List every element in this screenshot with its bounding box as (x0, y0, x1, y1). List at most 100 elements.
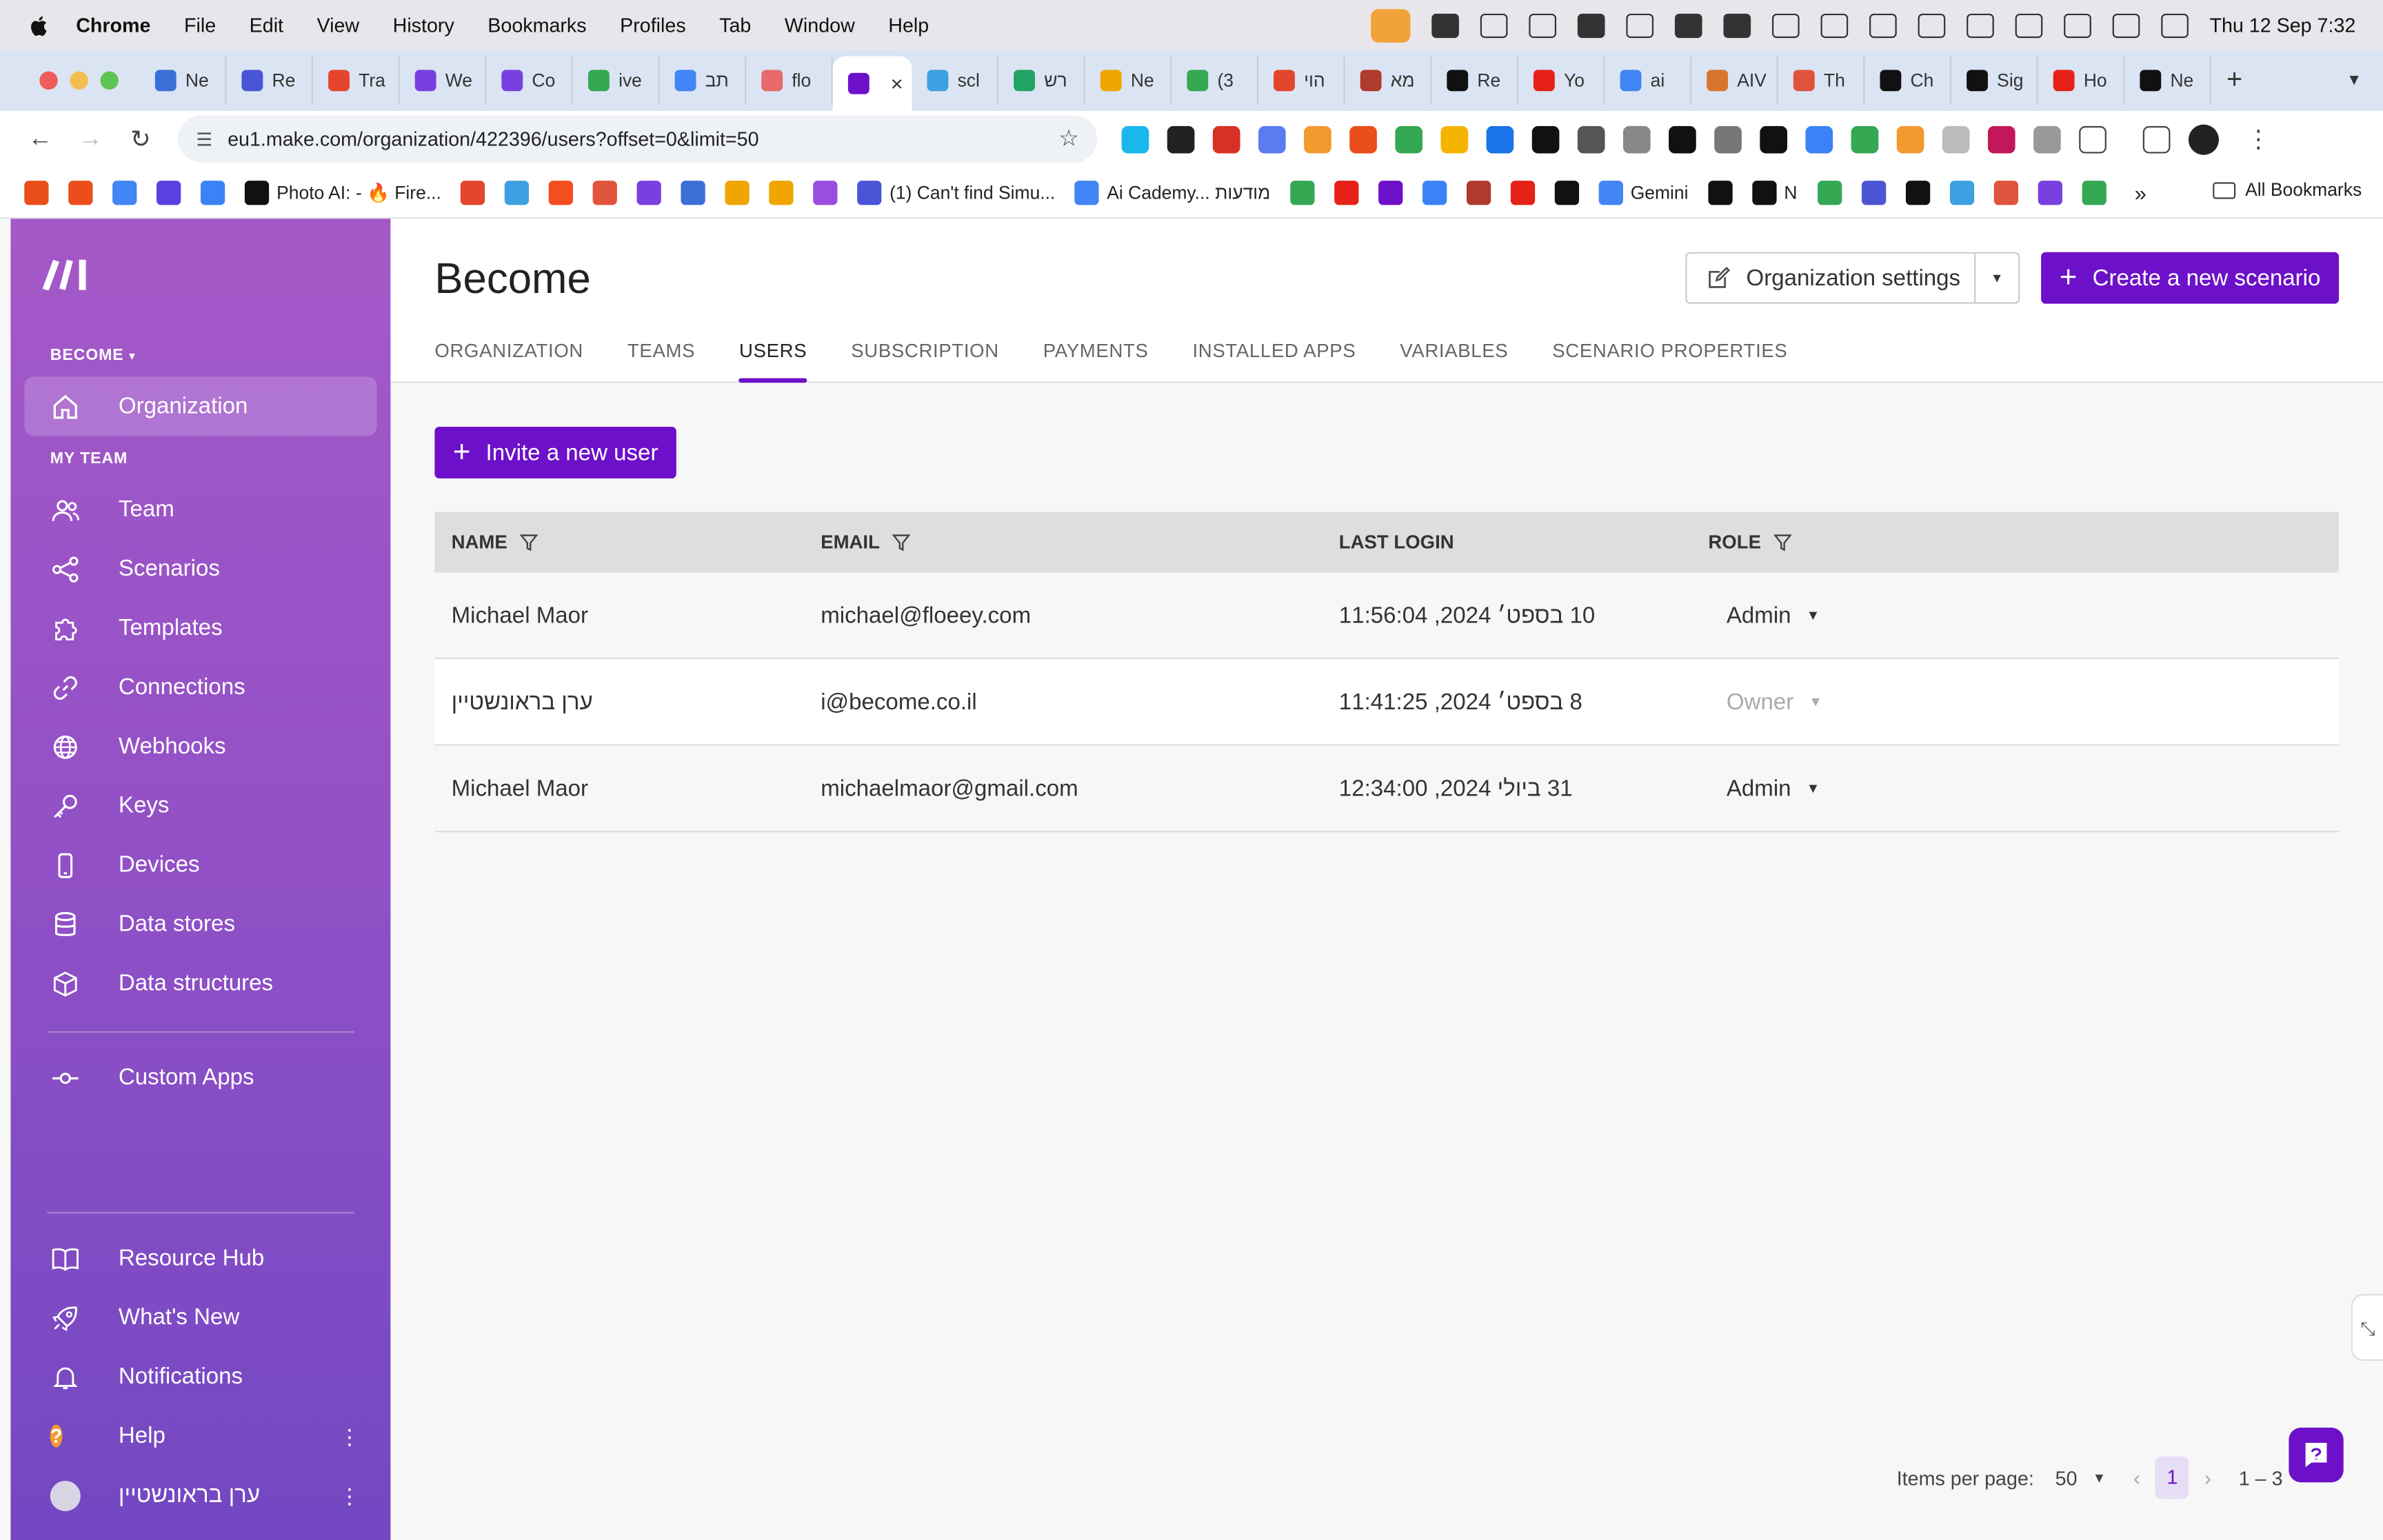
extension-icon[interactable] (1622, 125, 1651, 153)
menu-file[interactable]: File (184, 14, 216, 37)
browser-tab[interactable]: ive (573, 56, 660, 105)
make-logo-icon[interactable] (39, 256, 94, 290)
create-scenario-button[interactable]: + Create a new scenario (2041, 252, 2340, 304)
bookmark-item[interactable] (725, 180, 750, 205)
browser-tab[interactable]: We (400, 56, 487, 105)
sidebar-item-data-stores[interactable]: Data stores (24, 895, 376, 954)
side-panel-handle[interactable]: ⤡ (2351, 1294, 2383, 1361)
play-icon[interactable] (1869, 12, 1897, 37)
browser-tab[interactable]: Ne (140, 56, 227, 105)
bookmark-item[interactable] (68, 180, 93, 205)
tab-organization[interactable]: ORGANIZATION (434, 341, 583, 383)
menu-app-name[interactable]: Chrome (76, 14, 150, 37)
back-icon[interactable]: ← (15, 125, 66, 153)
forward-icon[interactable]: → (66, 125, 116, 153)
sidebar-item-scenarios[interactable]: Scenarios (24, 539, 376, 598)
bookmark-item[interactable]: Gemini (1598, 180, 1688, 205)
bookmark-item[interactable] (1466, 180, 1491, 205)
browser-tab[interactable]: תב (660, 56, 747, 105)
filter-icon[interactable] (1773, 533, 1792, 551)
status-app-icon[interactable] (1431, 12, 1459, 37)
sidebar-item-organization[interactable]: Organization (24, 376, 377, 436)
sidebar-item-keys[interactable]: Keys (24, 776, 376, 835)
browser-menu-icon[interactable]: ⋮ (2246, 124, 2271, 154)
bookmark-item[interactable] (593, 180, 618, 205)
extension-icon[interactable] (1486, 125, 1514, 153)
browser-tab[interactable]: Ne (1085, 56, 1172, 105)
bluetooth-icon[interactable] (1820, 12, 1848, 37)
status-app-icon[interactable] (1674, 12, 1702, 37)
browser-tab[interactable]: הוי (1258, 56, 1345, 105)
browser-tab[interactable]: רש (998, 56, 1085, 105)
site-info-icon[interactable]: ☰ (196, 128, 212, 150)
new-tab-button[interactable]: + (2226, 64, 2242, 96)
volume-icon[interactable] (1771, 12, 1800, 37)
extension-icon[interactable] (1258, 125, 1286, 153)
menu-history[interactable]: History (393, 14, 454, 37)
bookmark-item[interactable] (1422, 180, 1447, 205)
extension-icon[interactable] (1987, 125, 2015, 153)
keyboard-layout-icon[interactable] (1918, 12, 1945, 37)
spotlight-search-icon[interactable] (2063, 12, 2091, 37)
browser-tab[interactable]: Sig (1951, 56, 2038, 105)
browser-tab[interactable]: Th (1778, 56, 1865, 105)
sidebar-item-help[interactable]: ? Help (24, 1406, 376, 1466)
browser-tab[interactable]: Tra (313, 56, 400, 105)
reload-icon[interactable]: ↻ (116, 124, 166, 154)
tab-search-icon[interactable]: ▾ (2349, 68, 2358, 90)
puzzle-extensions-icon[interactable] (2079, 125, 2107, 153)
browser-tab[interactable]: Ch (1864, 56, 1952, 105)
bookmark-item[interactable] (1378, 180, 1403, 205)
current-page-button[interactable]: 1 (2155, 1456, 2189, 1499)
cursor-icon[interactable] (1480, 12, 1508, 37)
user-more-icon[interactable]: ⋮ (339, 1486, 361, 1507)
extension-icon[interactable] (1760, 125, 1788, 153)
role-select[interactable]: Admin ▼ (1708, 602, 1820, 628)
bookmark-item[interactable] (461, 180, 485, 205)
menu-view[interactable]: View (317, 14, 360, 37)
sidebar-item-webhooks[interactable]: Webhooks (24, 717, 376, 776)
bookmark-item[interactable]: Ai Cademy... מודעות (1074, 180, 1270, 205)
bookmark-item[interactable] (769, 180, 794, 205)
browser-tab[interactable]: Re (226, 56, 314, 105)
bookmark-item[interactable] (1861, 180, 1886, 205)
browser-tab[interactable]: Co (486, 56, 573, 105)
sidebar-item-custom-apps[interactable]: Custom Apps (24, 1048, 376, 1107)
help-more-icon[interactable]: ⋮ (339, 1426, 361, 1448)
menu-help[interactable]: Help (888, 14, 929, 37)
bookmark-item[interactable] (1993, 180, 2018, 205)
sidebar-item-data-structures[interactable]: Data structures (24, 954, 376, 1013)
sidebar-item-whats-new[interactable]: What's New (24, 1288, 376, 1347)
menu-window[interactable]: Window (785, 14, 855, 37)
tab-teams[interactable]: TEAMS (627, 341, 695, 383)
reading-list-icon[interactable] (2142, 125, 2171, 153)
browser-tab[interactable]: Ho (2038, 56, 2125, 105)
bookmark-item[interactable] (200, 180, 225, 205)
bookmark-item[interactable]: N (1752, 180, 1797, 205)
browser-tab[interactable]: מא (1345, 56, 1432, 105)
bookmark-item[interactable] (549, 180, 574, 205)
minimize-window-button[interactable] (70, 71, 88, 90)
tab-users[interactable]: USERS (739, 341, 807, 383)
bookmark-item[interactable] (1904, 180, 1930, 205)
sidebar-item-user[interactable]: ערן בראונשטיין (24, 1466, 376, 1525)
extension-icon[interactable] (1121, 125, 1149, 153)
extension-icon[interactable] (1440, 125, 1469, 153)
bookmark-item[interactable] (1510, 180, 1535, 205)
status-app-icon[interactable] (1529, 12, 1556, 37)
tab-installed-apps[interactable]: INSTALLED APPS (1192, 341, 1356, 383)
previous-page-icon[interactable]: ‹ (2133, 1466, 2140, 1490)
checkbox-icon[interactable] (1723, 12, 1751, 37)
tab-subscription[interactable]: SUBSCRIPTION (851, 341, 999, 383)
browser-tab[interactable]: AIV (1691, 56, 1778, 105)
bookmark-item[interactable] (813, 180, 838, 205)
browser-tab[interactable]: scl (912, 56, 999, 105)
browser-tab[interactable]: flo (746, 56, 833, 105)
bookmark-item[interactable] (112, 180, 137, 205)
sidebar-item-devices[interactable]: Devices (24, 835, 376, 895)
sidebar-item-notifications[interactable]: Notifications (24, 1347, 376, 1406)
profile-avatar[interactable] (2188, 123, 2219, 154)
tab-payments[interactable]: PAYMENTS (1043, 341, 1149, 383)
extension-icon[interactable] (1805, 125, 1833, 153)
extension-icon[interactable] (1531, 125, 1560, 153)
